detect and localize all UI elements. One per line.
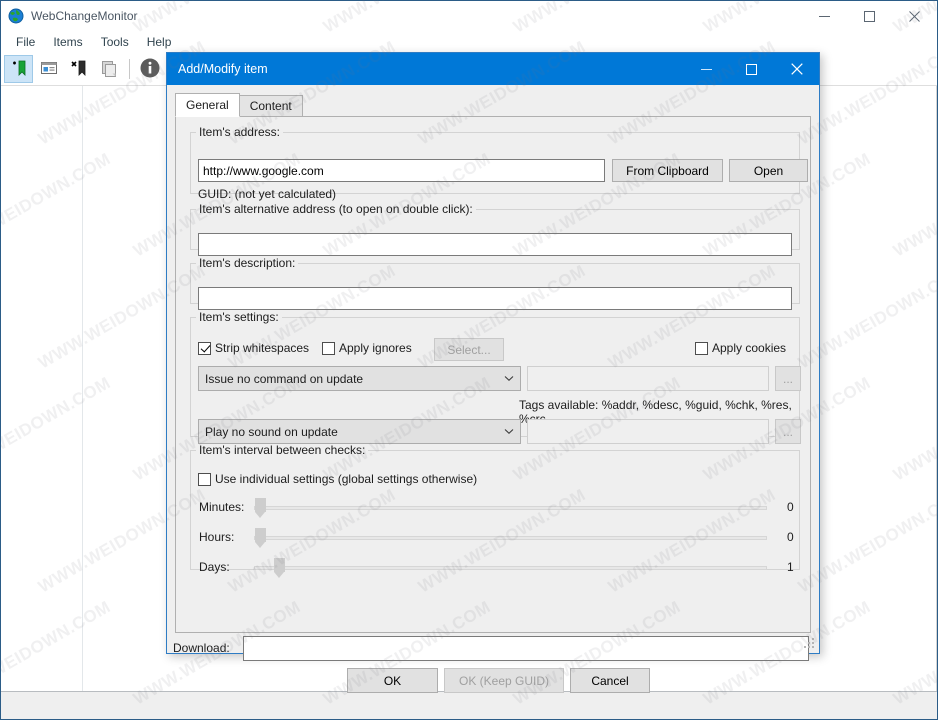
copy-icon — [99, 58, 119, 81]
ok-keep-guid-button[interactable]: OK (Keep GUID) — [444, 668, 564, 693]
hours-slider-track[interactable] — [254, 536, 767, 540]
main-titlebar: WebChangeMonitor — [1, 1, 937, 31]
strip-whitespaces-label: Strip whitespaces — [215, 341, 310, 355]
days-slider-value: 1 — [787, 560, 794, 574]
hours-slider-thumb[interactable] — [255, 528, 266, 548]
interval-group-legend: Item's interval between checks: — [199, 443, 366, 457]
list-column-divider — [82, 86, 83, 691]
hours-slider-label: Hours: — [199, 530, 235, 544]
apply-ignores-checkbox[interactable]: Apply ignores — [322, 341, 412, 355]
open-button[interactable]: Open — [729, 159, 808, 182]
dialog-titlebar: Add/Modify item — [167, 53, 819, 85]
settings-group: Item's settings: Strip whitespaces Apply… — [190, 310, 801, 444]
description-group: Item's description: — [190, 256, 800, 310]
menu-item-help[interactable]: Help — [138, 33, 181, 51]
maximize-icon[interactable] — [847, 1, 892, 31]
minutes-slider-track[interactable] — [254, 506, 767, 510]
dialog-body: General Content Item's address: From Cli… — [167, 85, 819, 693]
strip-whitespaces-checkbox[interactable]: Strip whitespaces — [198, 341, 309, 355]
checkbox-box — [695, 341, 708, 355]
apply-cookies-label: Apply cookies — [712, 341, 787, 355]
chevron-down-icon — [498, 375, 520, 382]
tabstrip: General Content — [175, 93, 811, 117]
days-slider-label: Days: — [199, 560, 230, 574]
main-window-controls — [802, 1, 937, 31]
close-icon[interactable] — [892, 1, 937, 31]
command-combo-value: Issue no command on update — [205, 371, 364, 386]
days-slider-track[interactable] — [254, 566, 767, 570]
checkbox-box — [198, 341, 211, 355]
add-bookmark-icon — [9, 58, 29, 81]
download-input[interactable] — [243, 636, 809, 661]
dialog-title: Add/Modify item — [178, 62, 268, 76]
tab-panel-general: Item's address: From Clipboard Open GUID… — [175, 116, 811, 633]
use-individual-settings-label: Use individual settings (global settings… — [215, 472, 478, 486]
interval-group: Item's interval between checks: Use indi… — [190, 443, 800, 578]
dialog-minimize-icon[interactable] — [684, 53, 729, 85]
sound-combo-value: Play no sound on update — [205, 424, 338, 439]
delete-bookmark-icon — [69, 58, 89, 81]
minutes-slider-label: Minutes: — [199, 500, 245, 514]
use-individual-settings-checkbox[interactable]: Use individual settings (global settings… — [198, 472, 477, 486]
apply-ignores-label: Apply ignores — [339, 341, 412, 355]
menubar: File Items Tools Help — [1, 31, 937, 53]
app-title: WebChangeMonitor — [31, 9, 138, 23]
tab-general[interactable]: General — [175, 93, 240, 117]
delete-item-button[interactable] — [64, 55, 93, 83]
cancel-button[interactable]: Cancel — [570, 668, 650, 693]
alt-address-input[interactable] — [198, 233, 792, 256]
add-item-button[interactable] — [4, 55, 33, 83]
statusbar — [1, 691, 937, 719]
tab-content[interactable]: Content — [238, 95, 303, 117]
copy-item-button[interactable] — [94, 55, 123, 83]
command-field[interactable] — [527, 366, 769, 391]
minimize-icon[interactable] — [802, 1, 847, 31]
description-input[interactable] — [198, 287, 792, 310]
sound-field[interactable] — [527, 419, 769, 444]
address-input[interactable] — [198, 159, 605, 182]
dialog-maximize-icon[interactable] — [729, 53, 774, 85]
minutes-slider-value: 0 — [787, 500, 794, 514]
checkbox-box — [198, 472, 211, 486]
sound-combo[interactable]: Play no sound on update — [198, 419, 521, 444]
edit-item-button[interactable] — [34, 55, 63, 83]
toolbar-separator — [129, 59, 130, 79]
select-button[interactable]: Select... — [434, 338, 504, 361]
menu-item-items[interactable]: Items — [44, 33, 91, 51]
menu-item-file[interactable]: File — [7, 33, 44, 51]
address-group: Item's address: From Clipboard Open GUID… — [190, 125, 808, 201]
chevron-down-icon — [498, 428, 520, 435]
guid-text: GUID: (not yet calculated) — [198, 187, 337, 201]
info-button[interactable] — [135, 55, 164, 83]
menu-item-tools[interactable]: Tools — [92, 33, 138, 51]
hours-slider-value: 0 — [787, 530, 794, 544]
ok-button[interactable]: OK — [347, 668, 438, 693]
download-label: Download: — [173, 641, 230, 655]
command-browse-button[interactable]: ... — [775, 366, 801, 391]
info-icon — [139, 57, 161, 82]
add-modify-item-dialog: Add/Modify item General Content Item's a… — [166, 52, 820, 693]
resize-grip-icon[interactable] — [803, 638, 815, 650]
edit-item-icon — [39, 58, 59, 81]
command-combo[interactable]: Issue no command on update — [198, 366, 521, 391]
minutes-slider-thumb[interactable] — [255, 498, 266, 518]
globe-icon — [8, 8, 24, 24]
settings-group-legend: Item's settings: — [199, 310, 279, 324]
address-group-legend: Item's address: — [199, 125, 280, 139]
alt-address-group-legend: Item's alternative address (to open on d… — [199, 202, 473, 216]
sound-browse-button[interactable]: ... — [775, 419, 801, 444]
description-group-legend: Item's description: — [199, 256, 296, 270]
apply-cookies-checkbox[interactable]: Apply cookies — [695, 341, 786, 355]
from-clipboard-button[interactable]: From Clipboard — [612, 159, 723, 182]
alt-address-group: Item's alternative address (to open on d… — [190, 202, 800, 256]
checkbox-box — [322, 341, 335, 355]
dialog-close-icon[interactable] — [774, 53, 819, 85]
days-slider-thumb[interactable] — [274, 558, 285, 578]
